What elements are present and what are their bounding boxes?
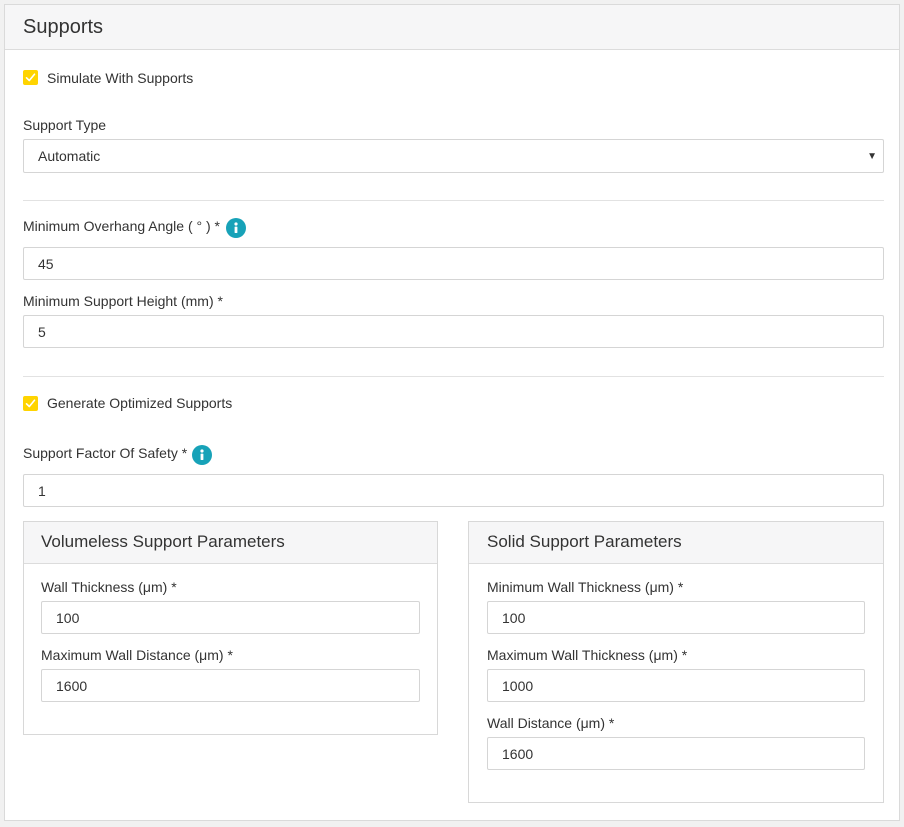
solid-panel-title: Solid Support Parameters bbox=[487, 532, 682, 551]
panel-header: Supports bbox=[5, 5, 899, 50]
max-wall-thickness-label: Maximum Wall Thickness (μm) * bbox=[487, 647, 688, 663]
check-icon bbox=[25, 399, 36, 408]
max-wall-thickness-input[interactable] bbox=[487, 669, 865, 702]
caret-down-icon: ▼ bbox=[867, 151, 877, 162]
max-wall-distance-label: Maximum Wall Distance (μm) * bbox=[41, 647, 233, 663]
max-wall-distance-input[interactable] bbox=[41, 669, 420, 702]
wall-thickness-label: Wall Thickness (μm) * bbox=[41, 579, 177, 595]
info-icon[interactable] bbox=[192, 445, 212, 465]
support-factor-of-safety-label: Support Factor Of Safety * bbox=[23, 445, 188, 461]
panel-title: Supports bbox=[23, 16, 104, 38]
min-overhang-angle-input[interactable] bbox=[23, 247, 884, 280]
solid-panel-header: Solid Support Parameters bbox=[469, 522, 883, 564]
support-factor-of-safety-input[interactable] bbox=[23, 474, 884, 507]
support-type-value: Automatic bbox=[38, 148, 101, 164]
wall-distance-input[interactable] bbox=[487, 737, 865, 770]
check-icon bbox=[25, 73, 36, 82]
wall-thickness-input[interactable] bbox=[41, 601, 420, 634]
generate-optimized-supports-checkbox[interactable] bbox=[23, 396, 38, 411]
generate-optimized-supports-label: Generate Optimized Supports bbox=[47, 395, 233, 411]
simulate-with-supports-label: Simulate With Supports bbox=[47, 70, 194, 86]
simulate-with-supports-checkbox[interactable] bbox=[23, 70, 38, 85]
wall-distance-label: Wall Distance (μm) * bbox=[487, 715, 615, 731]
divider bbox=[23, 200, 884, 201]
min-overhang-angle-label: Minimum Overhang Angle ( ° ) * bbox=[23, 218, 221, 234]
volumeless-panel-header: Volumeless Support Parameters bbox=[24, 522, 437, 564]
support-type-select[interactable]: Automatic ▼ bbox=[23, 139, 884, 173]
info-icon[interactable] bbox=[226, 218, 246, 238]
support-type-label: Support Type bbox=[23, 117, 107, 133]
min-wall-thickness-input[interactable] bbox=[487, 601, 865, 634]
min-support-height-label: Minimum Support Height (mm) * bbox=[23, 293, 223, 309]
volumeless-panel-title: Volumeless Support Parameters bbox=[41, 532, 285, 551]
min-support-height-input[interactable] bbox=[23, 315, 884, 348]
min-wall-thickness-label: Minimum Wall Thickness (μm) * bbox=[487, 579, 684, 595]
divider bbox=[23, 376, 884, 377]
